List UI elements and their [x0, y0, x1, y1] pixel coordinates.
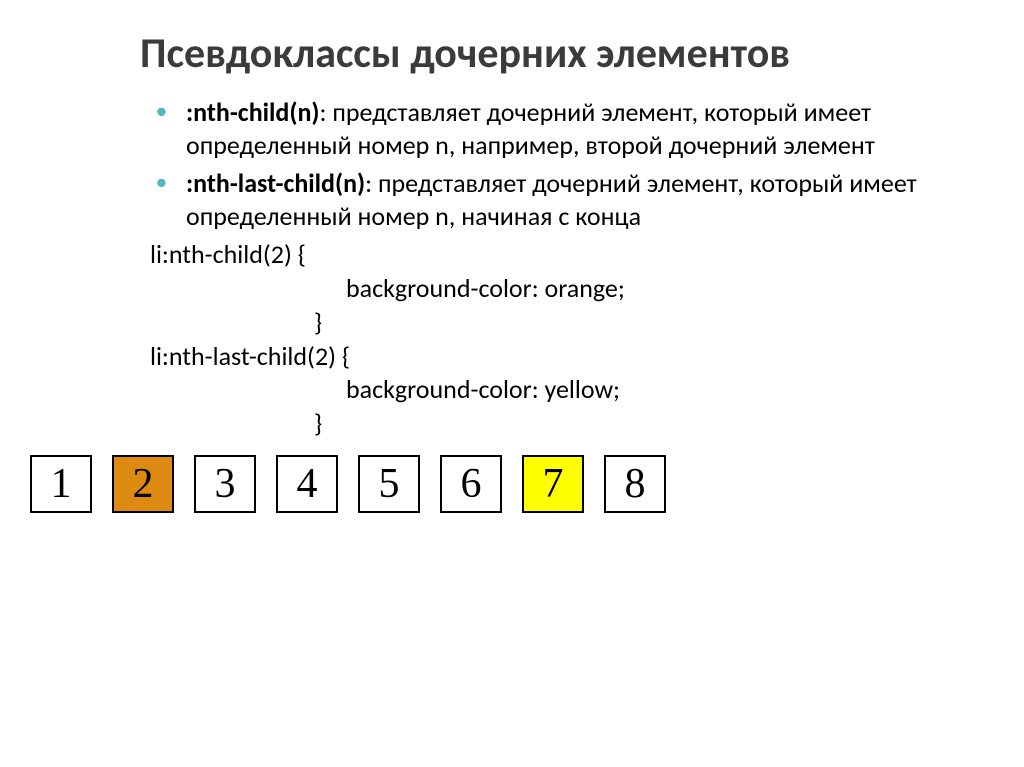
term: :nth-child(n)	[186, 96, 320, 128]
list-item: :nth-child(n): представляет дочерний эле…	[150, 96, 944, 161]
num-box: 5	[358, 455, 420, 513]
code-line: li:nth-last-child(2) {	[150, 340, 974, 374]
num-box: 4	[276, 455, 338, 513]
num-box: 6	[440, 455, 502, 513]
number-row: 1 2 3 4 5 6 7 8	[30, 455, 974, 513]
code-line: background-color: yellow;	[346, 373, 974, 407]
bullet-list: :nth-child(n): представляет дочерний эле…	[150, 96, 944, 232]
code-line: }	[314, 407, 974, 441]
term: :nth-last-child(n)	[186, 167, 365, 199]
code-line: background-color: orange;	[346, 272, 974, 306]
slide-title: Псевдоклассы дочерних элементов	[140, 30, 974, 78]
num-box: 7	[522, 455, 584, 513]
num-box: 2	[112, 455, 174, 513]
code-block: li:nth-child(2) { background-color: oran…	[150, 238, 974, 441]
list-item: :nth-last-child(n): представляет дочерни…	[150, 167, 944, 232]
code-line: li:nth-child(2) {	[150, 238, 974, 272]
num-box: 1	[30, 455, 92, 513]
num-box: 8	[604, 455, 666, 513]
num-box: 3	[194, 455, 256, 513]
code-line: }	[314, 306, 974, 340]
